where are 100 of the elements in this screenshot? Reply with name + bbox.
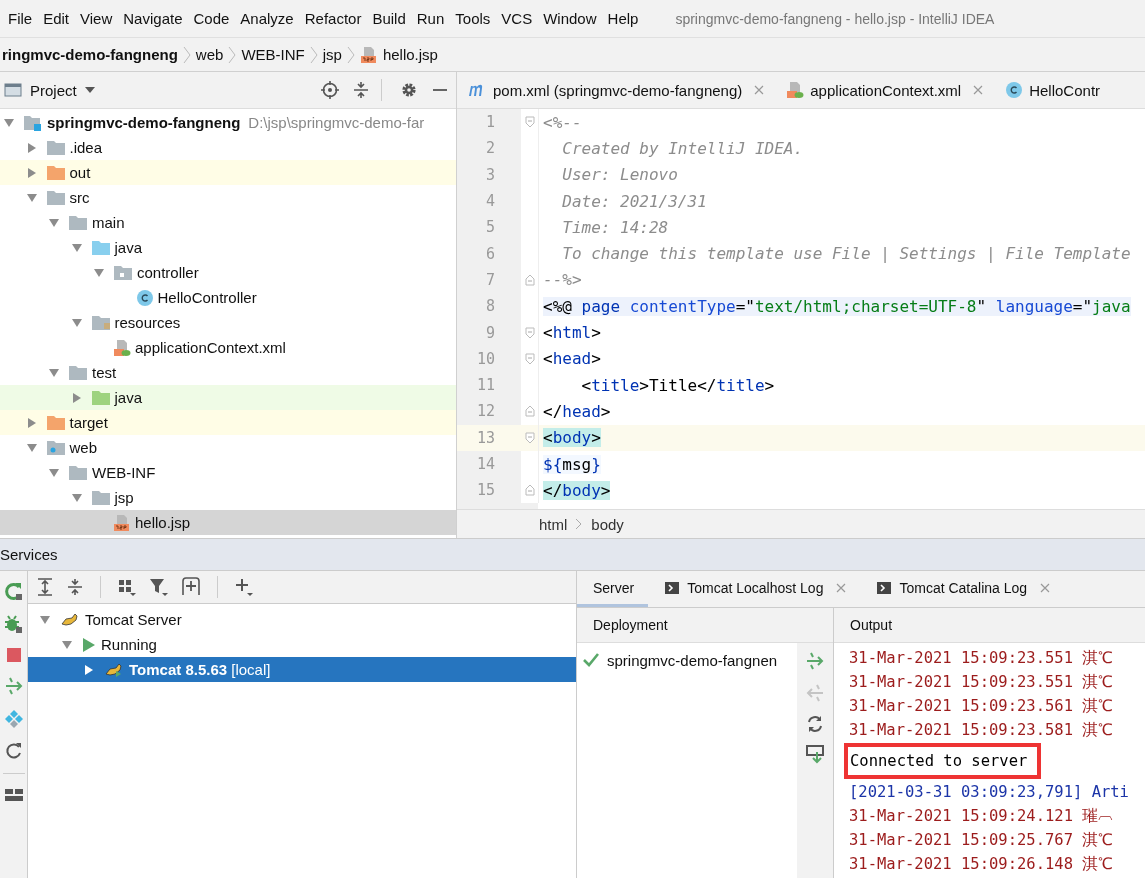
breadcrumb-item[interactable]: body (591, 515, 624, 533)
collapse-arrow-icon[interactable] (25, 166, 38, 179)
expand-arrow-icon[interactable] (70, 491, 83, 504)
service-item[interactable]: Tomcat 8.5.63 [local] (28, 657, 576, 682)
menu-item[interactable]: Tools (449, 10, 496, 27)
expand-arrow-icon[interactable] (48, 216, 60, 229)
menu-item[interactable]: Build (366, 10, 411, 27)
diamonds-icon[interactable] (3, 709, 24, 729)
expand-arrow-icon[interactable] (93, 266, 105, 279)
collapse-arrow-icon[interactable] (70, 391, 83, 404)
tab[interactable]: Tomcat Localhost Log (648, 571, 861, 607)
tree-item[interactable]: .idea (0, 135, 456, 160)
fold-end-icon[interactable] (524, 484, 535, 497)
close-icon[interactable] (836, 582, 847, 593)
tree-item[interactable]: HelloController (0, 285, 456, 310)
line-number: 2 (457, 135, 521, 162)
expand-arrow-icon[interactable] (48, 366, 60, 379)
dropdown-caret-icon[interactable] (84, 86, 95, 94)
expand-arrow-icon[interactable] (25, 191, 38, 204)
tree-item[interactable]: applicationContext.xml (0, 335, 456, 360)
layout-icon[interactable] (3, 787, 24, 803)
menu-item[interactable]: Window (537, 10, 602, 27)
fold-marker-icon[interactable] (524, 116, 535, 129)
menu-item[interactable]: Analyze (234, 10, 299, 27)
collapse-arrow-icon[interactable] (25, 141, 38, 154)
menu-item[interactable]: Refactor (298, 10, 367, 27)
breadcrumb-item[interactable]: jsp (322, 46, 342, 63)
tree-item[interactable]: java (0, 385, 456, 410)
editor-tab[interactable]: HelloContr (995, 72, 1113, 108)
menu-item[interactable]: Run (410, 10, 450, 27)
stop-icon[interactable] (5, 647, 22, 663)
menu-item[interactable]: File (2, 10, 38, 27)
close-icon[interactable] (973, 85, 984, 95)
expand-arrow-icon[interactable] (39, 613, 51, 626)
collapse-all-icon[interactable] (353, 81, 369, 99)
add-icon[interactable] (234, 577, 254, 597)
tree-item-label: jsp (114, 489, 134, 506)
breadcrumb-item[interactable]: hello.jsp (382, 46, 438, 63)
tree-item[interactable]: springmvc-demo-fangneng D:\jsp\springmvc-demo-far (0, 110, 456, 135)
tree-item[interactable]: hello.jsp (0, 510, 456, 535)
collapse-all-icon[interactable] (66, 578, 84, 596)
expand-arrow-icon[interactable] (25, 441, 38, 454)
tree-item[interactable]: src (0, 185, 456, 210)
tree-item[interactable]: web (0, 435, 456, 460)
download-icon[interactable] (806, 745, 824, 765)
tab[interactable]: Tomcat Catalina Log (860, 571, 1065, 607)
collapse-arrow-icon[interactable] (83, 663, 95, 676)
menu-item[interactable]: View (74, 10, 118, 27)
breadcrumb-item[interactable]: html (539, 515, 568, 533)
breadcrumb-item[interactable]: ringmvc-demo-fangneng (2, 46, 178, 63)
tree-item-label: HelloController (157, 289, 257, 306)
add-service-icon[interactable] (181, 577, 201, 597)
expand-arrow-icon[interactable] (70, 241, 83, 254)
tree-item[interactable]: resources (0, 310, 456, 335)
refresh-icon[interactable] (4, 742, 23, 760)
deployment-item[interactable]: springmvc-demo-fangnen (577, 649, 797, 671)
fold-marker-icon[interactable] (524, 352, 535, 365)
deploy-icon[interactable] (3, 676, 24, 696)
menu-item[interactable]: Edit (37, 10, 75, 27)
menu-item[interactable]: Navigate (117, 10, 188, 27)
refresh-icon[interactable] (806, 715, 824, 733)
locate-icon[interactable] (321, 81, 339, 99)
bug-icon[interactable] (3, 614, 24, 634)
menu-item[interactable]: VCS (495, 10, 538, 27)
tree-item[interactable]: controller (0, 260, 456, 285)
line-number: 11 (457, 371, 521, 399)
close-icon[interactable] (1040, 582, 1051, 593)
filter-icon[interactable] (149, 577, 169, 597)
service-item[interactable]: Tomcat Server (28, 607, 576, 632)
breadcrumb-item[interactable]: web (195, 46, 224, 63)
settings-icon[interactable] (400, 81, 418, 99)
expand-arrow-icon[interactable] (3, 116, 15, 129)
menu-item[interactable]: Help (601, 10, 644, 27)
menu-item[interactable]: Code (187, 10, 235, 27)
fold-end-icon[interactable] (524, 405, 535, 418)
tree-item[interactable]: target (0, 410, 456, 435)
tree-item[interactable]: WEB-INF (0, 460, 456, 485)
fold-end-icon[interactable] (524, 273, 535, 286)
expand-arrow-icon[interactable] (70, 316, 83, 329)
expand-all-icon[interactable] (36, 578, 54, 596)
fold-marker-icon[interactable] (524, 326, 535, 339)
editor-tab[interactable]: pom.xml (springmvc-demo-fangneng) (457, 72, 777, 108)
tree-item[interactable]: java (0, 235, 456, 260)
tree-item[interactable]: out (0, 160, 456, 185)
expand-arrow-icon[interactable] (61, 638, 73, 651)
tree-item[interactable]: main (0, 210, 456, 235)
tree-item[interactable]: jsp (0, 485, 456, 510)
tree-item[interactable]: test (0, 360, 456, 385)
editor-tab[interactable]: applicationContext.xml (776, 72, 996, 108)
code-line: <body> (543, 428, 601, 448)
fold-marker-icon[interactable] (524, 431, 535, 444)
close-icon[interactable] (754, 85, 765, 95)
expand-arrow-icon[interactable] (48, 466, 60, 479)
panel-title[interactable]: Project (30, 81, 77, 99)
service-item[interactable]: Running (28, 632, 576, 657)
breadcrumb-item[interactable]: WEB-INF (241, 46, 305, 63)
collapse-arrow-icon[interactable] (25, 416, 38, 429)
group-icon[interactable] (117, 577, 137, 597)
rerun-icon[interactable] (3, 581, 24, 601)
deploy-icon[interactable] (805, 651, 825, 671)
